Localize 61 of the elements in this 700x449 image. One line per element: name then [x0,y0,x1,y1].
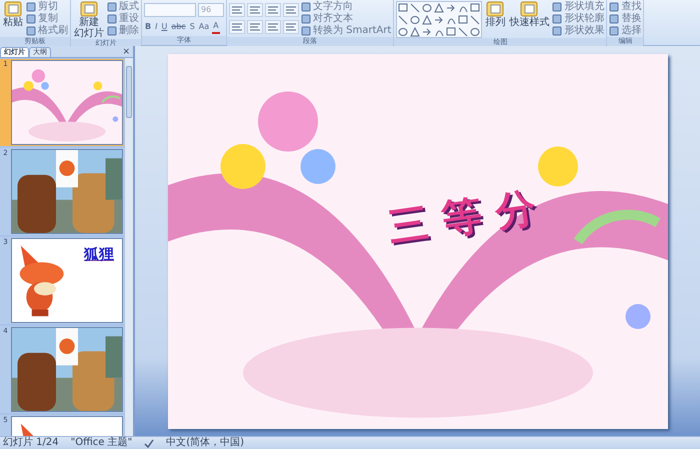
paragraph-button[interactable] [229,3,245,17]
ribbon-button[interactable]: 复制 [26,13,68,25]
ribbon-button[interactable]: 替换 [609,13,642,25]
paragraph-button[interactable] [283,3,299,17]
ribbon-button[interactable]: 快速样式 [508,1,550,28]
ribbon-button[interactable]: 格式刷 [26,25,68,37]
font-format-button[interactable]: I [154,21,158,33]
font-format-button[interactable]: B [144,21,152,33]
font-name-field[interactable] [144,3,196,17]
close-button[interactable]: × [119,47,133,57]
paragraph-button[interactable] [265,20,281,34]
ribbon-button[interactable]: 排列 [484,1,506,28]
paragraph-button[interactable] [283,20,299,34]
command-icon [552,14,562,24]
ribbon-button[interactable]: 形状轮廓 [552,13,604,25]
slide-title: 狐狸 [84,245,114,264]
lines-icon [285,5,297,15]
paragraph-button[interactable] [247,3,263,17]
command-icon [552,26,562,36]
lines-icon [267,5,279,15]
paragraph-button[interactable] [265,3,281,17]
font-format-button[interactable]: A [212,20,220,34]
command-icon [520,1,538,17]
ribbon-button[interactable]: 新建 幻灯片 [73,1,105,39]
font-format-button[interactable]: S [188,21,196,33]
command-icon [609,26,620,36]
check-icon [144,438,154,448]
ribbon-button[interactable]: 对齐文本 [301,13,392,25]
ribbon-button[interactable]: 粘贴 [2,1,24,28]
ribbon-button[interactable]: 转换为 SmartArt [301,25,392,37]
status-text: 中文(简体，中国) [166,437,244,449]
shapes-gallery[interactable] [396,1,482,38]
ribbon-button[interactable]: 形状效果 [552,25,604,37]
command-icon [80,1,98,17]
status-text: "Office 主题" [70,437,132,449]
slide-title: 三等分 [384,180,553,253]
ribbon-button[interactable]: 形状填充 [552,1,604,13]
font-format-button[interactable]: abc [170,21,187,33]
lines-icon [249,5,261,15]
lines-icon [231,22,243,32]
paragraph-button[interactable] [229,20,245,34]
ribbon-button[interactable]: 删除 [107,25,139,37]
ribbon-button[interactable]: 重设 [107,13,139,25]
lines-icon [249,22,261,32]
ribbon-button[interactable]: 选择 [609,25,642,37]
font-format-button[interactable]: U [160,21,168,33]
ribbon-button[interactable]: 查找 [609,1,642,13]
font-format-button[interactable]: Aa [198,21,210,33]
ribbon-button[interactable]: 剪切 [26,1,68,13]
ribbon-button[interactable]: 文字方向 [301,1,392,13]
font-size-field[interactable]: 96 [198,3,224,17]
status-text: 幻灯片 1/24 [3,437,59,449]
lines-icon [285,22,297,32]
ribbon-button[interactable]: 版式 [107,1,139,13]
command-icon [486,1,504,17]
lines-icon [231,5,243,15]
lines-icon [267,22,279,32]
scrollbar[interactable] [124,58,133,436]
paragraph-button[interactable] [247,20,263,34]
command-icon [609,14,620,24]
command-icon [4,1,22,17]
